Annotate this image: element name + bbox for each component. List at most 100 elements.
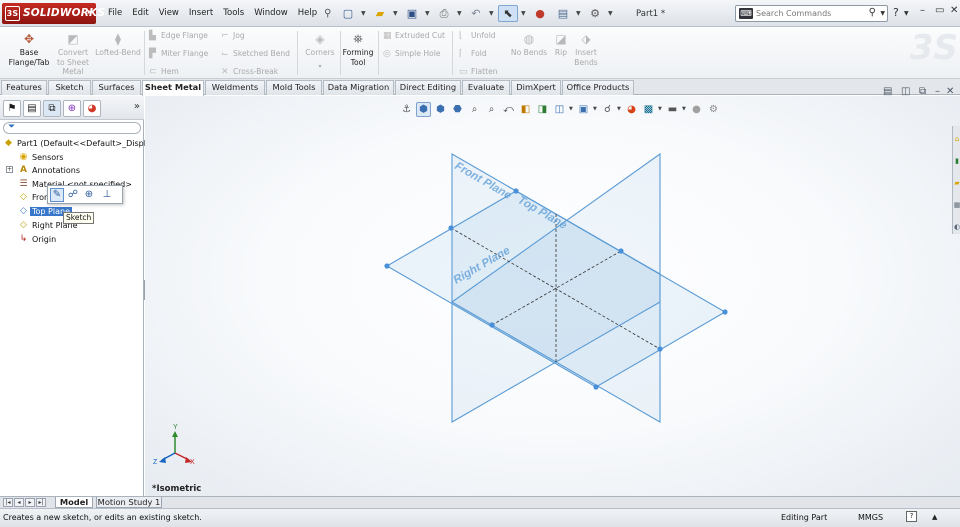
new-document-icon[interactable]: ▢ [338,5,358,22]
hem-label: Hem [161,67,179,76]
open-dropdown-icon[interactable]: ▼ [393,10,399,17]
zoom-to-selection-icon[interactable]: ⊕ [82,188,96,202]
tab-features[interactable]: Features [1,80,47,95]
property-manager-icon[interactable]: ▤ [23,100,41,117]
plane-handle[interactable] [657,346,663,352]
tab-sketch[interactable]: Sketch [48,80,91,95]
menu-edit[interactable]: Edit [127,8,153,20]
options-dropdown-icon[interactable]: ▼ [608,10,614,17]
menu-insert[interactable]: Insert [184,8,218,20]
tab-surfaces[interactable]: Surfaces [92,80,141,95]
help-dropdown-icon[interactable]: ▼ [904,10,909,17]
tab-dimxpert[interactable]: DimXpert [511,80,561,95]
search-commands-field[interactable]: ⌨ Search Commands ⚲ ▼ [735,5,888,22]
expand-panel-chevron-icon[interactable]: » [134,101,140,112]
edit-feature-icon[interactable]: ☍ [66,188,80,202]
restore-icon[interactable]: ▭ [935,5,944,16]
menu-tools[interactable]: Tools [218,8,249,20]
undo-dropdown-icon[interactable]: ▼ [489,10,495,17]
menu-help[interactable]: Help [293,8,322,20]
reference-planes-graphic[interactable]: Front Plane Top Plane Right Plane Y X Z [145,96,960,496]
cross-break-button[interactable]: ✕ Cross-Break [221,67,278,77]
tab-office-products[interactable]: Office Products [562,80,634,95]
rip-icon: ◪ [555,32,567,46]
no-bends-button[interactable]: ◍ No Bends [508,32,550,58]
select-cursor-icon[interactable]: ⬉ [498,5,518,22]
last-tab-icon[interactable]: ▸| [36,498,46,507]
prev-tab-icon[interactable]: ◂ [14,498,24,507]
tab-direct-editing[interactable]: Direct Editing [395,80,461,95]
feature-manager-tree-icon[interactable]: ⚑ [3,100,21,117]
properties-dropdown-icon[interactable]: ▼ [576,10,582,17]
print-icon[interactable]: ⎙ [434,5,454,22]
edge-flange-button[interactable]: ▙ Edge Flange [149,31,208,41]
pin-icon[interactable]: ⚲ [324,8,336,20]
print-dropdown-icon[interactable]: ▼ [457,10,463,17]
fold-button[interactable]: ⌈ Fold [459,49,487,59]
next-tab-icon[interactable]: ▸ [25,498,35,507]
first-tab-icon[interactable]: |◂ [3,498,13,507]
tree-filter-field[interactable]: ⏷ [3,122,141,134]
tab-data-migration[interactable]: Data Migration [323,80,394,95]
select-dropdown-icon[interactable]: ▼ [521,10,527,17]
units-selector[interactable]: MMGS [858,513,883,522]
status-dropdown-icon[interactable]: ▲ [932,513,937,521]
display-manager-icon[interactable]: ◕ [83,100,101,117]
coordinate-triad[interactable]: Y X Z [153,424,195,466]
corners-button[interactable]: ◈ Corners ▾ [302,32,338,71]
tab-sheet-metal[interactable]: Sheet Metal [142,80,204,96]
quick-tips-icon[interactable]: ? [906,511,917,522]
rip-button[interactable]: ◪ Rip [552,32,570,58]
search-icon[interactable]: ⚲ [869,7,876,18]
expand-toggle[interactable]: + [6,166,13,173]
new-dropdown-icon[interactable]: ▼ [361,10,367,17]
jog-button[interactable]: ⌐ Jog [221,31,245,41]
solidworks-logo-menu[interactable]: 3S SOLIDWORKS ▸ [2,3,105,24]
normal-to-icon[interactable]: ⊥ [100,188,114,202]
tab-model[interactable]: Model [55,497,93,508]
rebuild-traffic-light-icon[interactable]: ● [530,5,550,22]
file-properties-icon[interactable]: ▤ [553,5,573,22]
tab-mold-tools[interactable]: Mold Tools [266,80,322,95]
hem-button[interactable]: ⊂ Hem [149,67,179,77]
insert-bends-button[interactable]: ⬗ Insert Bends [572,32,600,67]
forming-tool-button[interactable]: ⛯ Forming Tool [342,32,374,67]
sketched-bend-button[interactable]: ⌙ Sketched Bend [221,49,290,59]
close-icon[interactable]: ✕ [950,5,958,16]
miter-flange-button[interactable]: ▛ Miter Flange [149,49,208,59]
dimxpert-manager-icon[interactable]: ⊕ [63,100,81,117]
plane-handle[interactable] [513,188,519,194]
save-dropdown-icon[interactable]: ▼ [425,10,431,17]
extruded-cut-button[interactable]: ▦ Extruded Cut [383,31,445,41]
menu-file[interactable]: File [103,8,127,20]
flatten-button[interactable]: ▭ Flatten [459,67,498,77]
plane-handle[interactable] [618,248,624,254]
save-icon[interactable]: ▣ [402,5,422,22]
help-icon[interactable]: ? [893,6,899,19]
tab-evaluate[interactable]: Evaluate [462,80,510,95]
plane-handle[interactable] [384,263,390,269]
lofted-bend-button[interactable]: ⧫ Lofted-Bend [94,32,142,58]
plane-handle[interactable] [448,225,454,231]
tab-motion-study-1[interactable]: Motion Study 1 [96,497,162,508]
configuration-manager-icon[interactable]: ⧉ [43,100,61,117]
sketched-bend-icon: ⌙ [221,49,229,59]
plane-handle[interactable] [489,322,495,328]
minimize-icon[interactable]: – [920,5,925,16]
options-gear-icon[interactable]: ⚙ [585,5,605,22]
menu-view[interactable]: View [154,8,184,20]
unfold-button[interactable]: ⌊ Unfold [459,31,496,41]
tab-weldments[interactable]: Weldments [205,80,265,95]
menu-window[interactable]: Window [249,8,293,20]
graphics-area[interactable]: ⚓ ⬢ ⬢ ⬣ ⌕ ⌕ ⤺ ◧ ◨ ◫ ▼ ▣ ▼ ☌ ▼ ◕ ▩ ▼ ▬ ▼ ● ⚙ ▤… [145,86,960,496]
search-dropdown-icon[interactable]: ▼ [880,10,885,17]
sketch-icon[interactable]: ✎ [50,188,64,202]
corners-dropdown-icon[interactable]: ▾ [302,62,338,72]
plane-handle[interactable] [722,309,728,315]
simple-hole-button[interactable]: ◎ Simple Hole [383,49,440,59]
undo-icon[interactable]: ↶ [466,5,486,22]
plane-handle[interactable] [593,384,599,390]
convert-to-sheet-metal-button[interactable]: ◩ Convert to Sheet Metal [56,32,90,77]
base-flange-button[interactable]: ✥ Base Flange/Tab [4,32,54,67]
open-folder-icon[interactable]: ▰ [370,5,390,22]
